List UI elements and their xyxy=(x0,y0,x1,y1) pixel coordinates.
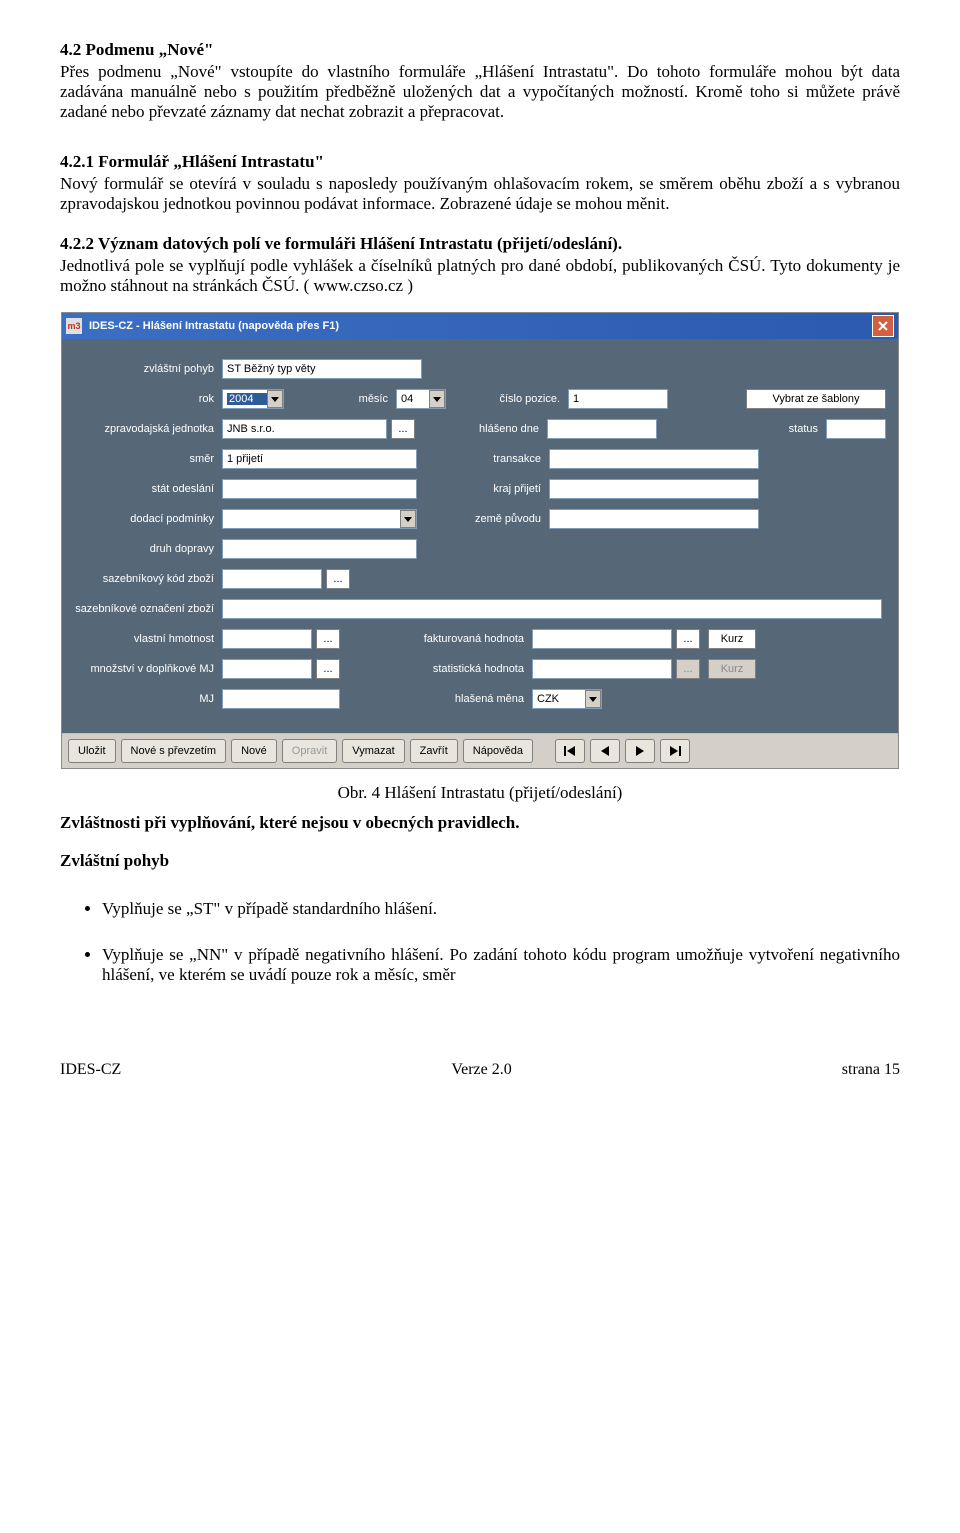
vybrat-sablonu-button[interactable]: Vybrat ze šablony xyxy=(746,389,886,409)
lookup-kod-button[interactable]: ... xyxy=(326,569,350,589)
lookup-faktura-button[interactable]: ... xyxy=(676,629,700,649)
napoveda-button[interactable]: Nápověda xyxy=(463,739,533,763)
chevron-down-icon[interactable] xyxy=(429,390,445,408)
heading-4-2-2: 4.2.2 Význam datových polí ve formuláři … xyxy=(60,234,622,253)
prev-record-button[interactable] xyxy=(590,739,620,763)
chevron-down-icon[interactable] xyxy=(585,690,601,708)
lookup-mnozstvi-button[interactable]: ... xyxy=(316,659,340,679)
footer-left: IDES-CZ xyxy=(60,1061,121,1079)
lookup-hmotnost-button[interactable]: ... xyxy=(316,629,340,649)
combo-mesic-value: 04 xyxy=(401,393,429,405)
lookup-statisticka-button: ... xyxy=(676,659,700,679)
bullet-nn: Vyplňuje se „NN" v případě negativního h… xyxy=(102,945,900,985)
field-status[interactable] xyxy=(826,419,886,439)
para-4-2-1: Nový formulář se otevírá v souladu s nap… xyxy=(60,174,900,214)
combo-mesic[interactable]: 04 xyxy=(396,389,446,409)
label-fakturovana-hodnota: fakturovaná hodnota xyxy=(340,633,532,645)
close-icon[interactable] xyxy=(872,315,894,337)
field-mj[interactable] xyxy=(222,689,340,709)
figure-caption: Obr. 4 Hlášení Intrastatu (přijetí/odesl… xyxy=(60,783,900,803)
last-record-button[interactable] xyxy=(660,739,690,763)
field-transakce[interactable] xyxy=(549,449,759,469)
heading-special: Zvláštnosti při vyplňování, které nejsou… xyxy=(60,813,900,833)
field-kraj-prijeti[interactable] xyxy=(549,479,759,499)
label-smer: směr xyxy=(74,453,222,465)
label-mnozstvi-mj: množství v doplňkové MJ xyxy=(74,663,222,675)
label-jednotka: zpravodajská jednotka xyxy=(74,423,222,435)
kurz-button[interactable]: Kurz xyxy=(708,629,756,649)
next-record-button[interactable] xyxy=(625,739,655,763)
opravit-button: Opravit xyxy=(282,739,337,763)
label-vlastni-hmotnost: vlastní hmotnost xyxy=(74,633,222,645)
zavrit-button[interactable]: Zavřít xyxy=(410,739,458,763)
window-title: IDES-CZ - Hlášení Intrastatu (napověda p… xyxy=(89,320,872,332)
label-sazebnikove-oznaceni: sazebníkové označení zboží xyxy=(74,603,222,615)
label-cislo-pozice: číslo pozice. xyxy=(446,393,568,405)
lookup-jednotka-button[interactable]: ... xyxy=(391,419,415,439)
para-4-2: Přes podmenu „Nové" vstoupíte do vlastní… xyxy=(60,62,900,122)
field-fakturovana-hodnota[interactable] xyxy=(532,629,672,649)
label-druh-dopravy: druh dopravy xyxy=(74,543,222,555)
first-record-button[interactable] xyxy=(555,739,585,763)
label-stat-odeslani: stát odeslání xyxy=(74,483,222,495)
label-mesic: měsíc xyxy=(284,393,396,405)
label-statisticka-hodnota: statistická hodnota xyxy=(340,663,532,675)
label-mj: MJ xyxy=(74,693,222,705)
field-druh-dopravy[interactable] xyxy=(222,539,417,559)
kurz-button-disabled: Kurz xyxy=(708,659,756,679)
label-zeme-puvodu: země původu xyxy=(417,513,549,525)
para-4-2-2: Jednotlivá pole se vyplňují podle vyhláš… xyxy=(60,256,900,296)
nove-button[interactable]: Nové xyxy=(231,739,277,763)
nove-prevzetim-button[interactable]: Nové s převzetím xyxy=(121,739,227,763)
field-statisticka-hodnota[interactable] xyxy=(532,659,672,679)
button-bar: Uložit Nové s převzetím Nové Opravit Vym… xyxy=(62,733,898,768)
heading-zvlastni-pohyb: Zvláštní pohyb xyxy=(60,851,900,871)
chevron-down-icon[interactable] xyxy=(400,510,416,528)
field-zeme-puvodu[interactable] xyxy=(549,509,759,529)
field-hlaseno-dne[interactable] xyxy=(547,419,657,439)
combo-rok[interactable]: 2004 xyxy=(222,389,284,409)
label-status: status xyxy=(768,423,826,435)
chevron-down-icon[interactable] xyxy=(267,390,283,408)
ulozit-button[interactable]: Uložit xyxy=(68,739,116,763)
footer-right: strana 15 xyxy=(842,1061,900,1079)
titlebar: m3 IDES-CZ - Hlášení Intrastatu (napověd… xyxy=(62,313,898,339)
field-zvlastni-pohyb[interactable]: ST Běžný typ věty xyxy=(222,359,422,379)
combo-rok-value: 2004 xyxy=(227,393,267,405)
field-stat-odeslani[interactable] xyxy=(222,479,417,499)
field-vlastni-hmotnost[interactable] xyxy=(222,629,312,649)
label-zvlastni-pohyb: zvláštní pohyb xyxy=(74,363,222,375)
label-kraj-prijeti: kraj přijetí xyxy=(417,483,549,495)
vymazat-button[interactable]: Vymazat xyxy=(342,739,404,763)
label-hlasena-mena: hlašená měna xyxy=(340,693,532,705)
app-icon: m3 xyxy=(66,318,82,334)
field-sazebnikovy-kod[interactable] xyxy=(222,569,322,589)
field-jednotka[interactable]: JNB s.r.o. xyxy=(222,419,387,439)
combo-dodaci-podminky[interactable] xyxy=(222,509,417,529)
label-hlaseno-dne: hlášeno dne xyxy=(415,423,547,435)
heading-4-2-1: 4.2.1 Formulář „Hlášení Intrastatu" xyxy=(60,152,900,172)
bullet-st: Vyplňuje se „ST" v případě standardního … xyxy=(102,899,900,919)
field-sazebnikove-oznaceni[interactable] xyxy=(222,599,882,619)
heading-4-2: 4.2 Podmenu „Nové" xyxy=(60,40,900,60)
label-sazebnikovy-kod: sazebníkový kód zboží xyxy=(74,573,222,585)
label-rok: rok xyxy=(74,393,222,405)
field-mnozstvi-mj[interactable] xyxy=(222,659,312,679)
combo-mena[interactable]: CZK xyxy=(532,689,602,709)
field-smer[interactable]: 1 přijetí xyxy=(222,449,417,469)
label-dodaci-podminky: dodací podmínky xyxy=(74,513,222,525)
combo-mena-value: CZK xyxy=(537,693,585,705)
label-transakce: transakce xyxy=(417,453,549,465)
field-pozice[interactable]: 1 xyxy=(568,389,668,409)
footer-center: Verze 2.0 xyxy=(451,1061,511,1079)
dialog-hlaseni-intrastatu: m3 IDES-CZ - Hlášení Intrastatu (napověd… xyxy=(61,312,899,769)
